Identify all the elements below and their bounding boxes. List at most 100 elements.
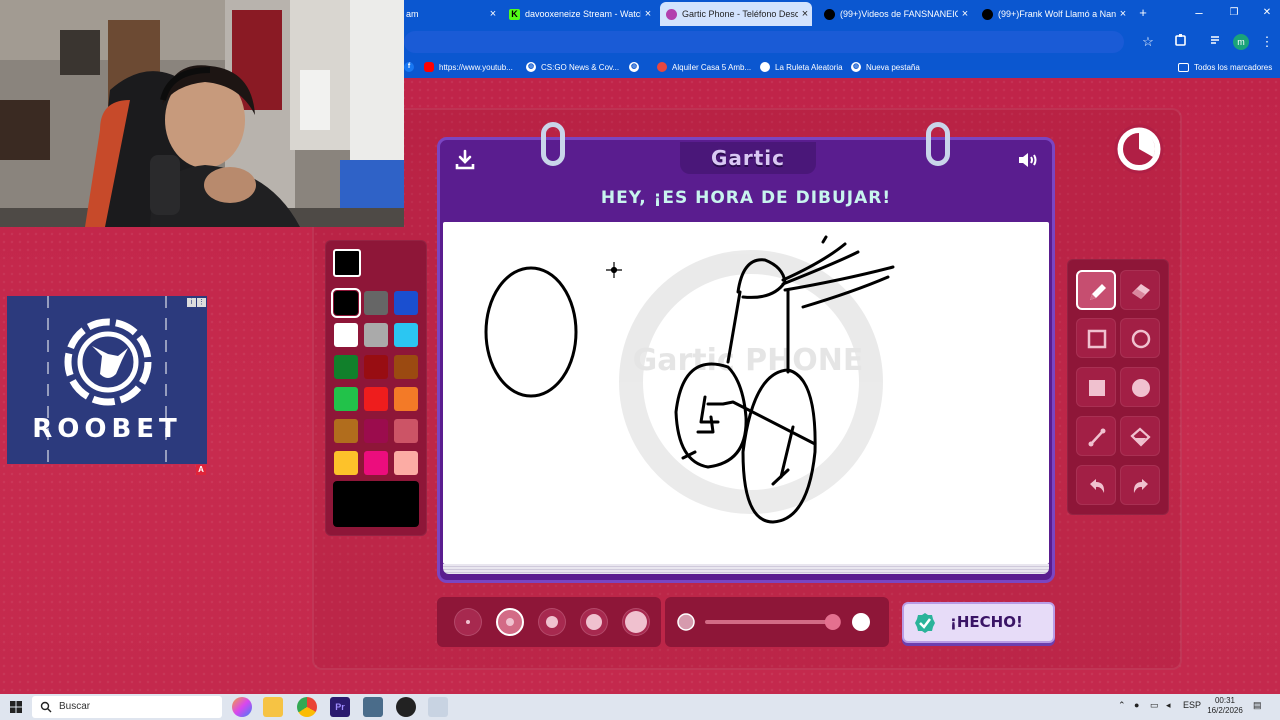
- ellipse-outline-icon: [1131, 329, 1151, 349]
- color-swatch[interactable]: [394, 451, 418, 475]
- ad-info-icon[interactable]: i: [187, 298, 196, 307]
- color-swatch[interactable]: [394, 387, 418, 411]
- drawing-board: Gartic HEY, ¡ES HORA DE DIBUJAR! Gartic …: [437, 137, 1055, 583]
- restore-button[interactable]: ❐: [1225, 4, 1243, 22]
- tab-partial[interactable]: am ×: [400, 2, 500, 26]
- color-swatch[interactable]: [364, 355, 388, 379]
- extensions-icon[interactable]: [1172, 33, 1190, 51]
- color-swatch[interactable]: [364, 419, 388, 443]
- tab-close-icon[interactable]: ×: [1116, 8, 1130, 20]
- bookmark-csgo[interactable]: ◍ CS:GO News & Cov...: [526, 60, 619, 74]
- gartic-logo: Gartic: [680, 142, 816, 174]
- brush-size-option[interactable]: [496, 608, 524, 636]
- paint-bucket-icon: [1130, 427, 1151, 447]
- color-swatch[interactable]: [334, 419, 358, 443]
- drawing-canvas[interactable]: Gartic PHONE: [443, 222, 1049, 564]
- volume-icon[interactable]: ◂: [1166, 700, 1171, 711]
- bookmark-alquiler[interactable]: Alquiler Casa 5 Amb...: [657, 60, 751, 74]
- tab-tiktok-frank[interactable]: (99+)Frank Wolf Llamó a Naneic ×: [976, 2, 1130, 26]
- color-swatch[interactable]: [364, 451, 388, 475]
- microphone-icon[interactable]: ●: [1134, 700, 1139, 710]
- ad-badge[interactable]: A: [196, 465, 206, 475]
- calculator-icon[interactable]: [363, 697, 383, 717]
- tab-close-icon[interactable]: ×: [641, 8, 655, 20]
- profile-avatar[interactable]: m: [1233, 34, 1249, 50]
- tab-close-icon[interactable]: ×: [798, 8, 812, 20]
- address-bar[interactable]: [404, 31, 1124, 53]
- color-swatch[interactable]: [334, 451, 358, 475]
- ellipse-fill-icon: [1132, 379, 1150, 397]
- color-swatch[interactable]: [394, 419, 418, 443]
- brush-size-option[interactable]: [622, 608, 650, 636]
- app-icon[interactable]: [428, 697, 448, 717]
- minimize-button[interactable]: –: [1190, 4, 1208, 22]
- brush-size-option[interactable]: [580, 608, 608, 636]
- color-swatch[interactable]: [364, 323, 388, 347]
- obs-icon[interactable]: [396, 697, 416, 717]
- all-bookmarks[interactable]: Todos los marcadores: [1178, 60, 1272, 74]
- bookmark-nueva[interactable]: ◍ Nueva pestaña: [851, 60, 920, 74]
- close-window-button[interactable]: ✕: [1258, 4, 1276, 22]
- line-tool[interactable]: [1076, 416, 1116, 456]
- eraser-tool[interactable]: [1120, 270, 1160, 310]
- new-tab-button[interactable]: +: [1134, 4, 1152, 22]
- color-swatch[interactable]: [394, 291, 418, 315]
- bookmark-globe[interactable]: ◍: [629, 60, 644, 74]
- sound-icon[interactable]: [1016, 148, 1040, 172]
- bookmark-ruleta[interactable]: La Ruleta Aleatoria: [760, 60, 843, 74]
- folder-icon: [1178, 62, 1189, 72]
- opacity-min-icon: [677, 613, 695, 631]
- bucket-tool[interactable]: [1120, 416, 1160, 456]
- tiktok-favicon-icon: [982, 8, 993, 20]
- tab-close-icon[interactable]: ×: [486, 8, 500, 20]
- tab-stream[interactable]: K davooxeneize Stream - Watch Li ×: [503, 2, 655, 26]
- network-icon[interactable]: ▭: [1150, 700, 1159, 711]
- menu-icon[interactable]: ⋮: [1258, 33, 1276, 51]
- color-swatch[interactable]: [334, 323, 358, 347]
- notifications-icon[interactable]: ▤: [1253, 700, 1262, 711]
- tab-gartic[interactable]: Gartic Phone - Teléfono Descon ×: [660, 2, 812, 26]
- bookmark-star-icon[interactable]: ☆: [1139, 33, 1157, 51]
- bookmark-youtube[interactable]: https://www.youtub...: [424, 60, 513, 74]
- language-indicator[interactable]: ESP: [1183, 700, 1201, 710]
- color-swatch[interactable]: [364, 291, 388, 315]
- bookmark-facebook[interactable]: f: [404, 60, 419, 74]
- file-explorer-icon[interactable]: [263, 697, 283, 717]
- opacity-slider[interactable]: [665, 597, 889, 647]
- done-button[interactable]: ¡HECHO!: [902, 602, 1055, 643]
- globe-icon: ◍: [629, 62, 639, 72]
- ad-close-icon[interactable]: ⋮: [197, 298, 206, 307]
- color-swatch[interactable]: [334, 355, 358, 379]
- roobet-ad[interactable]: ROOBET i ⋮: [7, 296, 207, 464]
- rectangle-outline-tool[interactable]: [1076, 318, 1116, 358]
- undo-tool[interactable]: [1076, 465, 1116, 505]
- download-icon[interactable]: [453, 148, 477, 172]
- ellipse-outline-tool[interactable]: [1120, 318, 1160, 358]
- pencil-tool[interactable]: [1076, 270, 1116, 310]
- color-swatch[interactable]: [331, 288, 361, 318]
- redo-tool[interactable]: [1120, 465, 1160, 505]
- ellipse-fill-tool[interactable]: [1120, 367, 1160, 407]
- windows-start-icon[interactable]: [10, 701, 22, 713]
- tray-chevron-icon[interactable]: ⌃: [1118, 700, 1126, 711]
- current-color-preview[interactable]: [333, 481, 419, 527]
- tab-tiktok-videos[interactable]: (99+)Videos de FANSNANEIGC ×: [818, 2, 972, 26]
- eraser-icon: [1132, 284, 1150, 299]
- rectangle-fill-tool[interactable]: [1076, 367, 1116, 407]
- premiere-icon[interactable]: Pr: [330, 697, 350, 717]
- brush-size-option[interactable]: [454, 608, 482, 636]
- brush-dot-icon: [546, 616, 558, 628]
- color-swatch[interactable]: [394, 355, 418, 379]
- chrome-icon[interactable]: [297, 697, 317, 717]
- taskbar-search[interactable]: Buscar: [32, 696, 222, 718]
- color-swatch[interactable]: [334, 387, 358, 411]
- rectangle-fill-icon: [1089, 380, 1105, 396]
- brush-size-option[interactable]: [538, 608, 566, 636]
- clock[interactable]: 00:31 16/2/2026: [1205, 696, 1245, 716]
- color-swatch[interactable]: [394, 323, 418, 347]
- color-swatch[interactable]: [364, 387, 388, 411]
- tab-close-icon[interactable]: ×: [958, 8, 972, 20]
- opacity-slider-thumb[interactable]: [824, 614, 841, 630]
- copilot-icon[interactable]: [232, 697, 252, 717]
- media-queue-icon[interactable]: [1207, 33, 1225, 51]
